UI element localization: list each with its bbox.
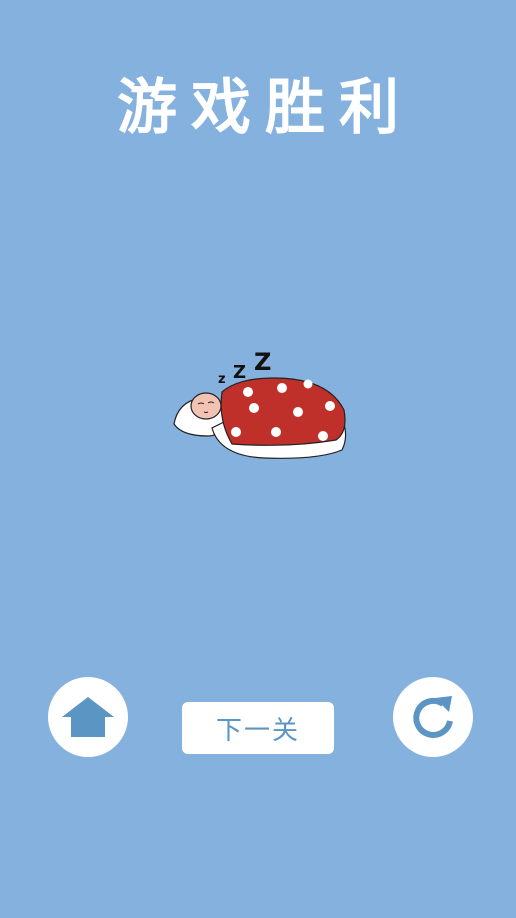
game-win-screen: { "title": "游戏胜利", "next_button_label": … bbox=[0, 0, 516, 918]
home-icon bbox=[62, 697, 114, 737]
restart-button[interactable] bbox=[393, 677, 473, 757]
home-button[interactable] bbox=[48, 677, 128, 757]
next-level-button[interactable]: 下一关 bbox=[182, 702, 334, 754]
restart-icon bbox=[413, 696, 453, 738]
win-title: 游戏胜利 bbox=[117, 73, 413, 143]
sleeping-character-illustration: z Z Z bbox=[173, 348, 347, 459]
snore-z-large: Z bbox=[254, 348, 271, 376]
snore-z-small: z bbox=[218, 372, 226, 387]
snore-z-medium: Z bbox=[233, 362, 246, 383]
